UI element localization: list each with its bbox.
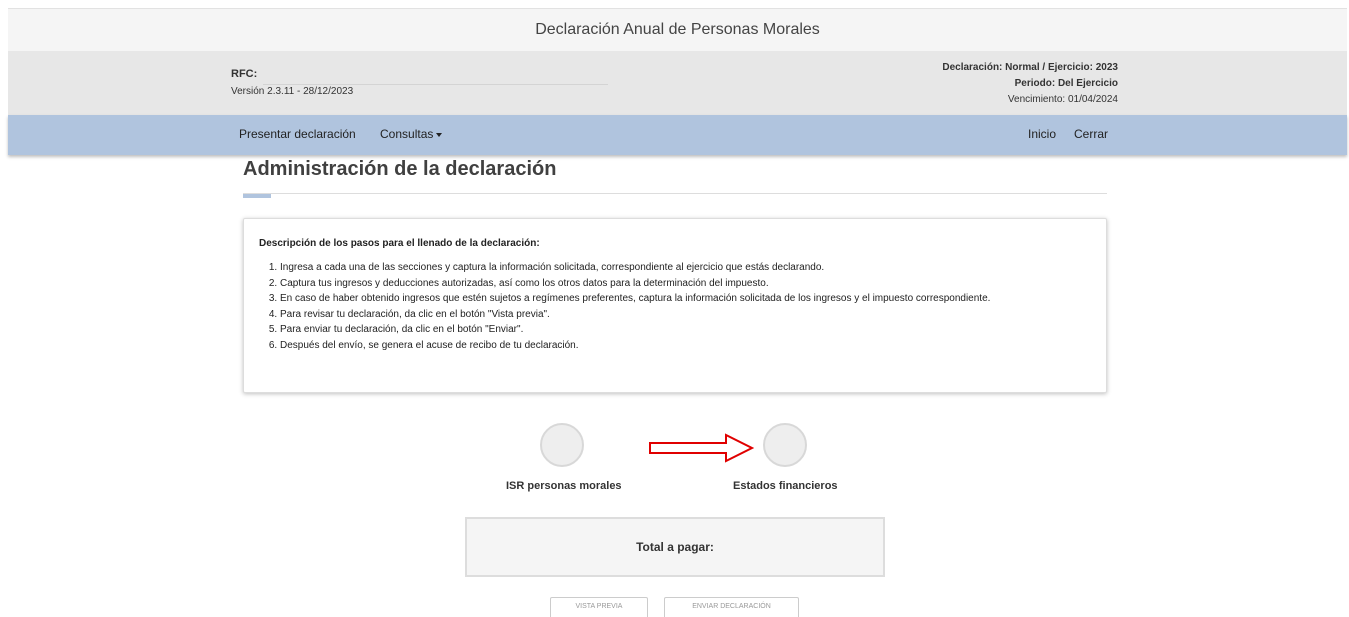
nav-presentar-declaracion[interactable]: Presentar declaración xyxy=(239,127,356,141)
section-estados-financieros-circle[interactable] xyxy=(763,423,807,467)
nav-consultas-label: Consultas xyxy=(380,127,434,141)
instruction-step: Ingresa a cada una de las secciones y ca… xyxy=(280,260,990,276)
page-title: Administración de la declaración xyxy=(243,158,557,180)
taxpayer-info-bar: RFC: Versión 2.3.11 - 28/12/2023 Declara… xyxy=(8,51,1347,115)
nav-cerrar-label: Cerrar xyxy=(1074,127,1109,141)
chevron-down-icon xyxy=(436,132,443,137)
main-nav-bar: Presentar declaración Consultas Inicio C… xyxy=(8,115,1347,155)
declaration-type: Declaración: Normal / Ejercicio: 2023 xyxy=(942,62,1118,73)
instructions-steps-list: Ingresa a cada una de las secciones y ca… xyxy=(244,260,990,353)
nav-consultas-dropdown[interactable]: Consultas xyxy=(380,127,443,141)
instruction-step: Captura tus ingresos y deducciones autor… xyxy=(280,276,990,292)
preview-button[interactable]: VISTA PREVIA xyxy=(550,597,648,617)
rfc-label: RFC: xyxy=(231,68,258,80)
section-isr-personas-morales-label[interactable]: ISR personas morales xyxy=(506,480,622,492)
total-to-pay-box: Total a pagar: xyxy=(465,517,885,577)
section-isr-personas-morales-circle[interactable] xyxy=(540,423,584,467)
window-title: Declaración Anual de Personas Morales xyxy=(535,21,820,38)
nav-inicio-label: Inicio xyxy=(1028,127,1057,141)
declaration-period: Periodo: Del Ejercicio xyxy=(1014,78,1118,89)
annotation-arrow-icon xyxy=(649,433,754,463)
nav-inicio[interactable]: Inicio xyxy=(1028,127,1056,141)
window-title-bar: Declaración Anual de Personas Morales xyxy=(8,8,1347,51)
nav-presentar-label: Presentar declaración xyxy=(239,127,356,141)
declaration-due-date: Vencimiento: 01/04/2024 xyxy=(1007,94,1118,105)
instruction-step: Después del envío, se genera el acuse de… xyxy=(280,338,990,354)
declaration-info: Declaración: Normal / Ejercicio: 2023 Pe… xyxy=(942,60,1118,108)
title-divider xyxy=(243,193,1107,194)
send-declaration-button[interactable]: ENVIAR DECLARACIÓN xyxy=(664,597,799,617)
section-estados-financieros-label[interactable]: Estados financieros xyxy=(733,480,838,492)
version-text: Versión 2.3.11 - 28/12/2023 xyxy=(231,86,354,97)
title-accent-bar xyxy=(243,194,271,198)
nav-cerrar[interactable]: Cerrar xyxy=(1074,127,1108,141)
total-to-pay-label: Total a pagar: xyxy=(636,540,714,554)
rfc-value-line xyxy=(263,84,608,85)
instruction-step: En caso de haber obtenido ingresos que e… xyxy=(280,291,990,307)
instructions-panel: Descripción de los pasos para el llenado… xyxy=(243,218,1107,393)
instruction-step: Para revisar tu declaración, da clic en … xyxy=(280,307,990,323)
instruction-step: Para enviar tu declaración, da clic en e… xyxy=(280,322,990,338)
page: Declaración Anual de Personas Morales RF… xyxy=(0,0,1349,617)
instructions-heading: Descripción de los pasos para el llenado… xyxy=(259,238,540,249)
